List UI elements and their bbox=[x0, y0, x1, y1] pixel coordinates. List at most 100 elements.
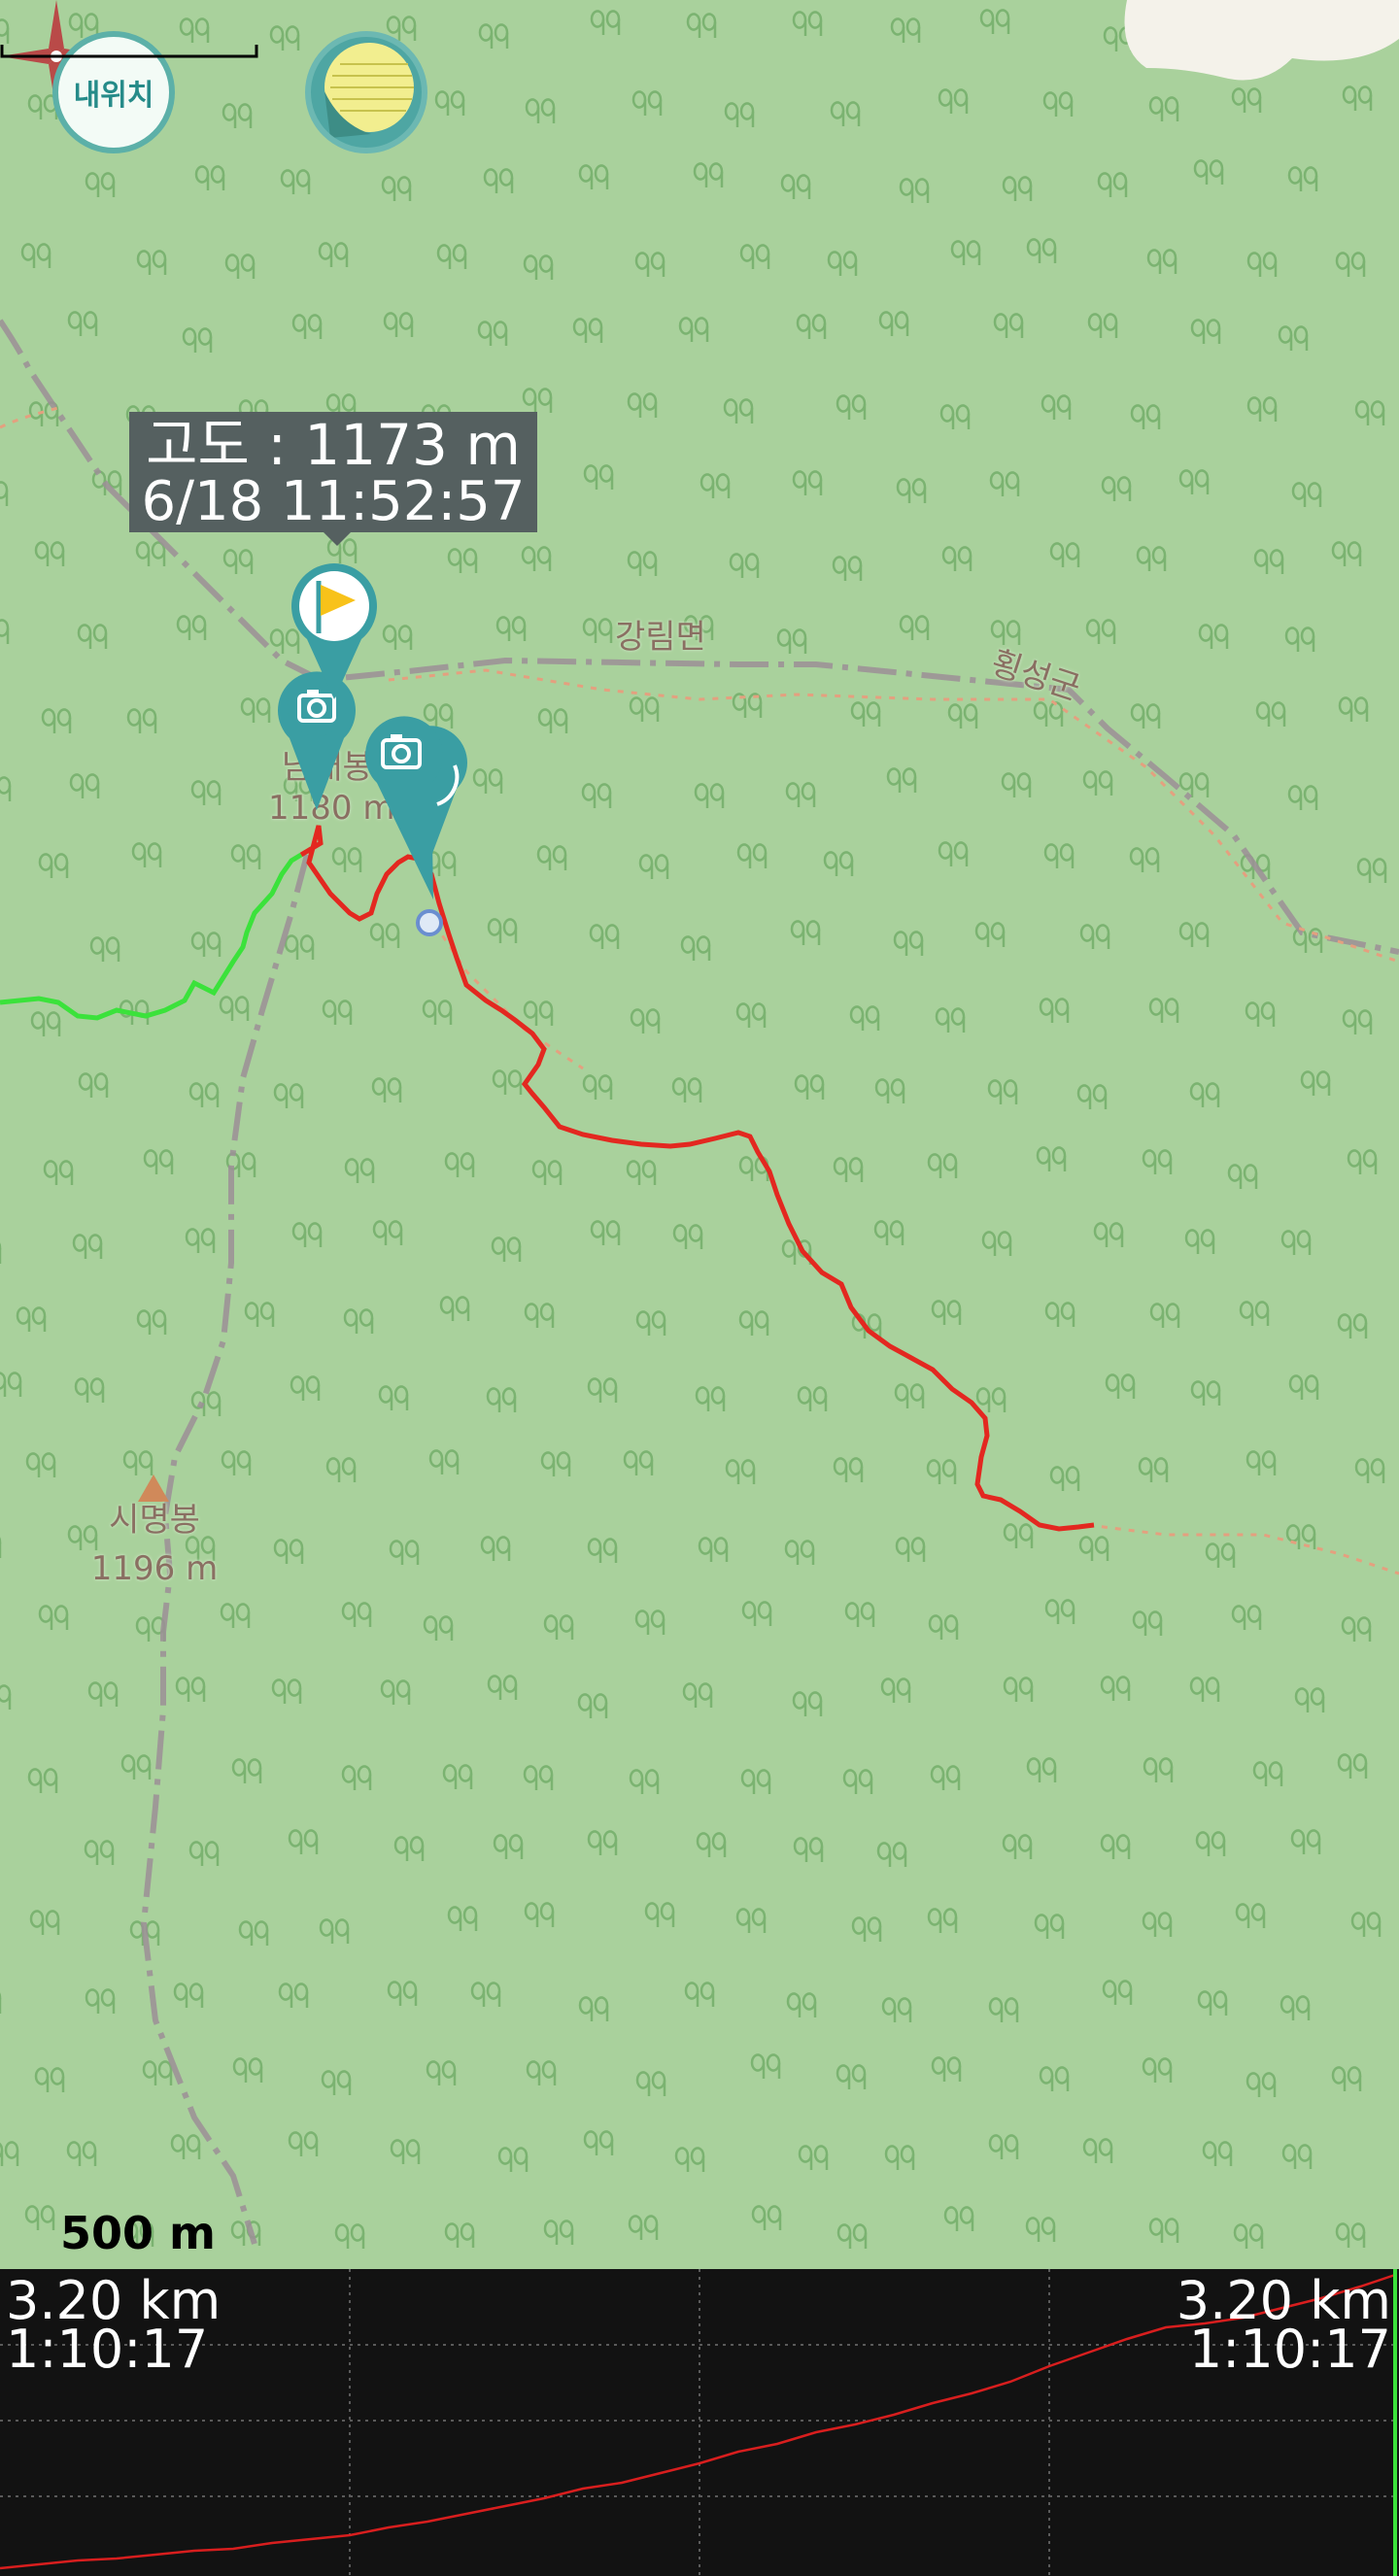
forest-symbol bbox=[1245, 1450, 1277, 1477]
forest-symbol bbox=[786, 1992, 817, 2019]
forest-symbol bbox=[938, 841, 969, 868]
forest-symbol bbox=[723, 398, 754, 425]
forest-symbol bbox=[72, 1234, 103, 1261]
forest-symbol bbox=[390, 2139, 421, 2166]
forest-symbol bbox=[1341, 1616, 1372, 1644]
forest-symbol bbox=[436, 244, 467, 271]
forest-symbol bbox=[1002, 176, 1033, 203]
forest-symbol bbox=[629, 1769, 660, 1796]
forest-symbol bbox=[521, 546, 552, 573]
forest-symbol bbox=[428, 1449, 460, 1476]
forest-symbol bbox=[1281, 2144, 1313, 2171]
forest-symbol bbox=[190, 1391, 222, 1418]
layer-button[interactable] bbox=[305, 31, 427, 153]
forest-symbol bbox=[981, 1231, 1012, 1258]
forest-symbol bbox=[890, 17, 921, 45]
forest-symbol bbox=[478, 23, 509, 51]
forest-symbol bbox=[943, 2206, 974, 2233]
forest-symbol bbox=[29, 1910, 60, 1937]
forest-symbol bbox=[1331, 541, 1362, 568]
forest-symbol bbox=[34, 2067, 65, 2094]
forest-symbol bbox=[369, 923, 400, 950]
forest-symbol bbox=[793, 1837, 824, 1864]
forest-symbol bbox=[30, 1011, 61, 1038]
forest-symbol bbox=[493, 1834, 524, 1861]
flag-marker[interactable] bbox=[286, 558, 383, 703]
forest-symbol bbox=[740, 1769, 771, 1796]
forest-symbol bbox=[674, 2147, 705, 2174]
forest-symbol bbox=[1148, 998, 1179, 1025]
forest-symbol bbox=[135, 1616, 166, 1644]
forest-symbol bbox=[792, 11, 823, 38]
forest-symbol bbox=[0, 1372, 22, 1399]
forest-symbol bbox=[230, 844, 261, 871]
altitude-tooltip: 고도 : 1173 m 6/18 11:52:57 bbox=[129, 412, 537, 532]
forest-symbol bbox=[830, 101, 861, 128]
forest-symbol bbox=[288, 1829, 319, 1856]
forest-symbol bbox=[671, 1077, 702, 1104]
forest-symbol bbox=[927, 1908, 958, 1935]
forest-symbol bbox=[222, 103, 253, 130]
map-canvas[interactable]: 강림면 횡성군 시명봉 1196 m 남대봉 1180 m 고도 : 1173 … bbox=[0, 0, 1399, 2269]
forest-symbol bbox=[780, 174, 811, 201]
forest-symbol bbox=[1143, 1757, 1174, 1784]
forest-symbol bbox=[341, 1602, 372, 1629]
forest-symbol bbox=[785, 782, 816, 809]
elevation-stats-right: 3.20 km 1:10:17 bbox=[1177, 2275, 1391, 2376]
forest-symbol bbox=[587, 1377, 618, 1405]
forest-symbol bbox=[472, 768, 503, 796]
forest-symbol bbox=[1198, 624, 1229, 651]
forest-symbol bbox=[122, 1450, 154, 1477]
forest-symbol bbox=[1246, 396, 1278, 424]
forest-symbol bbox=[540, 1451, 571, 1478]
forest-symbol bbox=[644, 1902, 675, 1929]
forest-symbol bbox=[232, 2057, 263, 2085]
forest-symbol bbox=[836, 2064, 867, 2091]
forest-symbol bbox=[531, 1160, 563, 1187]
summit-name: 시명봉 bbox=[109, 1501, 200, 1540]
forest-symbol bbox=[0, 481, 9, 508]
camera-marker[interactable] bbox=[358, 709, 451, 903]
forest-symbol bbox=[1335, 2222, 1366, 2250]
forest-symbol bbox=[736, 843, 768, 870]
forest-symbol bbox=[700, 473, 731, 500]
forest-symbol bbox=[1033, 701, 1064, 729]
forest-symbol bbox=[895, 1537, 926, 1564]
forest-symbol bbox=[74, 1377, 105, 1405]
forest-symbol bbox=[582, 1074, 613, 1102]
forest-symbol bbox=[1043, 843, 1075, 870]
forest-symbol bbox=[487, 918, 518, 945]
forest-symbol bbox=[27, 1768, 58, 1795]
forest-symbol bbox=[426, 2060, 457, 2087]
forest-symbol bbox=[190, 932, 222, 959]
forest-symbol bbox=[389, 1540, 420, 1567]
forest-symbol bbox=[894, 1383, 925, 1410]
forest-symbol bbox=[1280, 1230, 1312, 1257]
forest-symbol bbox=[447, 1906, 478, 1933]
forest-symbol bbox=[382, 625, 413, 652]
forest-symbol bbox=[873, 1220, 904, 1247]
tooltip-timestamp: 6/18 11:52:57 bbox=[141, 470, 526, 533]
forest-symbol bbox=[1287, 166, 1318, 193]
forest-symbol bbox=[578, 1996, 609, 2023]
forest-symbol bbox=[1130, 404, 1161, 431]
forest-symbol bbox=[87, 1681, 119, 1709]
forest-symbol bbox=[486, 1387, 517, 1414]
forest-symbol bbox=[1039, 2066, 1070, 2093]
forest-symbol bbox=[1202, 2141, 1233, 2168]
forest-symbol bbox=[988, 2134, 1019, 2161]
forest-symbol bbox=[741, 1601, 772, 1628]
forest-symbol bbox=[341, 1765, 372, 1792]
forest-symbol bbox=[525, 98, 556, 125]
forest-symbol bbox=[442, 1764, 473, 1791]
forest-symbol bbox=[1284, 627, 1315, 654]
current-position-dot bbox=[416, 909, 443, 936]
forest-symbol bbox=[590, 10, 621, 37]
forest-symbol bbox=[1142, 1912, 1173, 1939]
forest-symbol bbox=[20, 243, 51, 270]
forest-symbol bbox=[378, 1385, 409, 1412]
forest-symbol bbox=[836, 394, 867, 422]
forest-symbol bbox=[371, 1077, 402, 1104]
forest-symbol bbox=[1026, 238, 1057, 265]
forest-symbol bbox=[24, 2205, 55, 2232]
